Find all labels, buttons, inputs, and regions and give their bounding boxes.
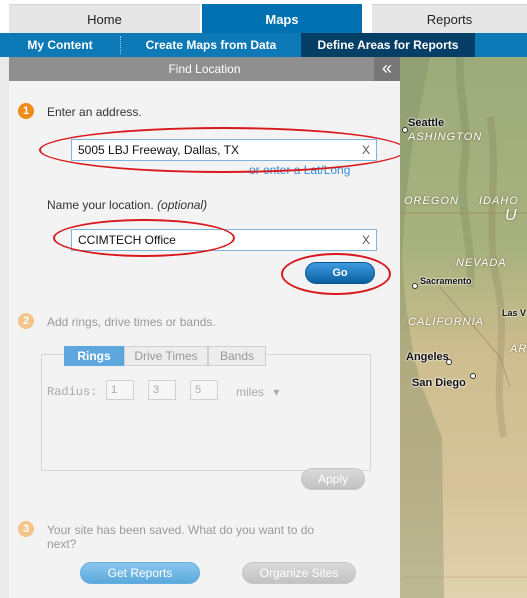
step-1-label: Enter an address. [47,105,142,119]
tab-drive-times[interactable]: Drive Times [124,346,208,366]
panel-title-text: Find Location [168,62,241,76]
radius-3-input[interactable]: 5 [190,380,218,400]
map-city-seattle: Seattle [408,117,445,129]
chevron-down-icon: ▾ [273,385,280,399]
step-3-line-1: Your site has been saved. What do you wa… [47,523,315,537]
map-state-idaho: IDAHO [479,195,519,207]
map-state-nevada: NEVADA [456,257,507,269]
top-tab-bar: Home Maps Reports [0,0,527,33]
get-reports-button[interactable]: Get Reports [80,562,200,584]
tab-home[interactable]: Home [9,4,200,33]
step-3-line-2: next? [47,537,77,551]
map-state-oregon: OREGON [404,195,459,207]
location-name-input[interactable]: CCIMTECH Office X [71,229,377,251]
radius-label: Radius: [47,385,98,399]
address-value: 5005 LBJ Freeway, Dallas, TX [78,143,239,157]
step-2-label: Add rings, drive times or bands. [47,315,216,329]
double-chevron-left-icon: « [381,58,392,78]
map-city-sacramento: Sacramento [420,276,472,286]
clear-address-icon[interactable]: X [362,143,370,157]
location-name-value: CCIMTECH Office [78,233,176,247]
address-input[interactable]: 5005 LBJ Freeway, Dallas, TX X [71,139,377,161]
map-city-las-vegas: Las V [502,308,527,318]
tab-rings[interactable]: Rings [64,346,124,366]
subtab-define-areas[interactable]: Define Areas for Reports [301,33,475,57]
name-location-text: Name your location. [47,198,154,212]
collapse-panel-button[interactable]: « [374,57,400,81]
radius-2-input[interactable]: 3 [148,380,176,400]
sacramento-marker-icon [412,283,418,289]
latlong-link[interactable]: or enter a Lat/Long [249,163,350,177]
organize-sites-button[interactable]: Organize Sites [242,562,356,584]
name-location-label: Name your location. (optional) [47,198,207,212]
map-state-utah-partial: U [505,207,518,224]
map-view[interactable]: Seattle ASHINGTON OREGON IDAHO U NEVADA … [400,57,527,598]
units-value: miles [236,385,265,399]
go-button[interactable]: Go [305,262,375,284]
radius-1-input[interactable]: 1 [106,380,134,400]
map-city-los-angeles: Angeles [406,351,449,363]
find-location-panel: Find Location « 1 Enter an address. 5005… [0,57,407,598]
san-diego-marker-icon [470,373,476,379]
clear-name-icon[interactable]: X [362,233,370,247]
map-city-san-diego: San Diego [412,377,466,389]
step-3-badge: 3 [18,521,34,537]
panel-title: Find Location [9,57,400,81]
map-state-arizona-partial: AR [510,343,527,355]
los-angeles-marker-icon [446,359,452,365]
step-3-label: Your site has been saved. What do you wa… [47,523,314,551]
tab-bands[interactable]: Bands [208,346,266,366]
rings-options-box: Rings Drive Times Bands Radius: 1 3 5 mi… [41,346,371,471]
units-select[interactable]: miles ▾ [236,385,279,399]
optional-hint: (optional) [157,198,208,212]
map-state-washington: ASHINGTON [408,131,483,143]
map-state-california: CALIFORNIA [408,316,485,328]
subtab-create-maps[interactable]: Create Maps from Data [121,33,301,57]
step-1-badge: 1 [18,103,34,119]
step-2-badge: 2 [18,313,34,329]
apply-button[interactable]: Apply [301,468,365,490]
sub-tab-bar: My Content Create Maps from Data Define … [0,33,527,57]
subtab-my-content[interactable]: My Content [0,33,120,57]
tab-maps[interactable]: Maps [202,4,362,33]
tab-reports[interactable]: Reports [372,4,527,33]
